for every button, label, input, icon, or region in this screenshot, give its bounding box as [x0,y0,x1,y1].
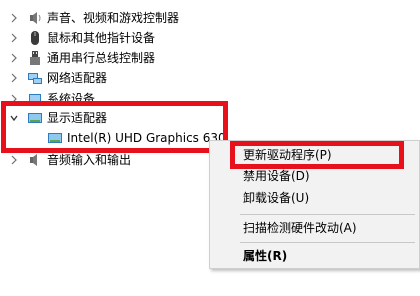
menu-item-scan-hardware[interactable]: 扫描检测硬件改动(A) [210,217,419,239]
tree-item-network-adapters[interactable]: 网络适配器 [0,68,260,88]
device-tree: 声音、视频和游戏控制器 鼠标和其他指针设备 通用串行总线控制器 网络适配器 系统… [0,0,420,296]
speaker-icon [30,12,41,24]
menu-separator [240,214,415,215]
menu-item-uninstall-device[interactable]: 卸载设备(U) [210,187,419,209]
menu-item-properties[interactable]: 属性(R) [210,245,419,267]
tree-item-sound-controllers[interactable]: 声音、视频和游戏控制器 [0,8,260,28]
tree-item-label: 鼠标和其他指针设备 [47,31,156,45]
chevron-right-icon[interactable] [9,153,19,167]
usb-icon [30,51,40,65]
menu-item-label: 属性(R) [243,249,288,263]
audio-io-icon [30,154,37,166]
menu-separator [240,242,415,243]
tree-item-label: 网络适配器 [47,71,108,85]
network-adapter-icon [28,73,42,84]
chevron-right-icon[interactable] [9,71,19,85]
chevron-right-icon[interactable] [9,51,19,65]
tree-item-usb-controllers[interactable]: 通用串行总线控制器 [0,48,260,68]
mouse-icon [31,31,39,45]
menu-item-label: 扫描检测硬件改动(A) [243,221,357,235]
highlight-update-driver [230,141,404,169]
tree-item-mice[interactable]: 鼠标和其他指针设备 [0,28,260,48]
tree-item-label: 通用串行总线控制器 [47,51,156,65]
tree-item-label: 音频输入和输出 [47,153,132,167]
chevron-right-icon[interactable] [9,31,19,45]
menu-item-label: 禁用设备(D) [243,169,310,183]
menu-item-label: 卸载设备(U) [243,191,310,205]
chevron-right-icon[interactable] [9,11,19,25]
tree-item-label: 声音、视频和游戏控制器 [47,11,180,25]
highlight-display-adapter [1,101,228,153]
